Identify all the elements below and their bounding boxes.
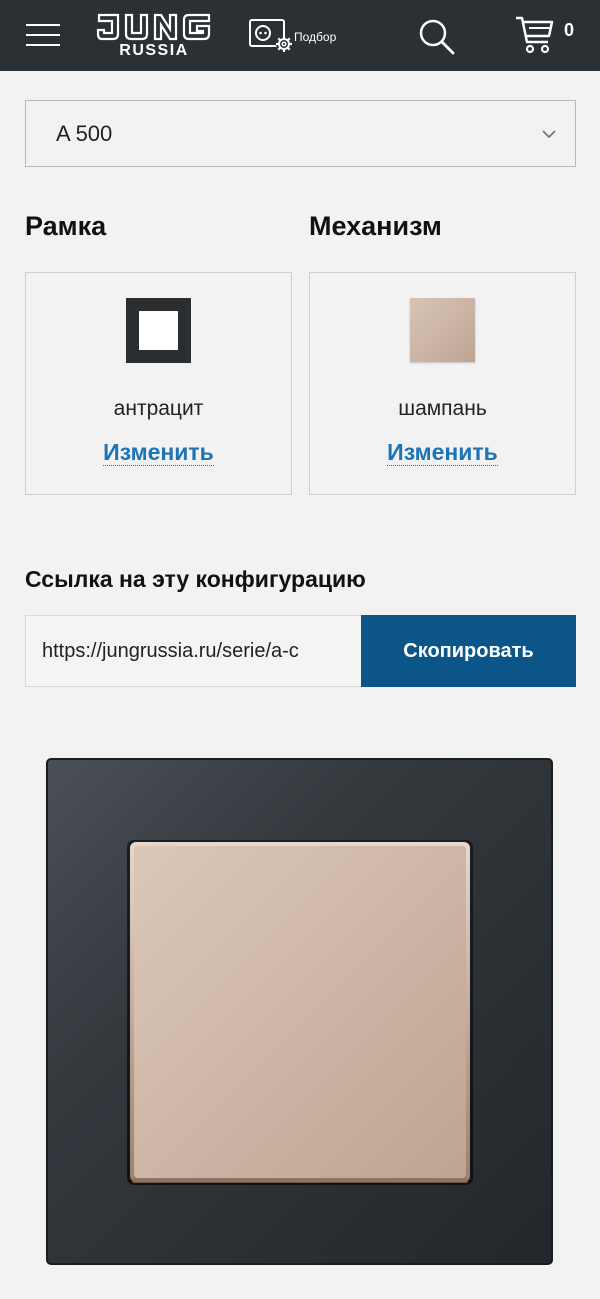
mechanism-title: Механизм [309, 211, 442, 241]
cart-count: 0 [564, 20, 575, 40]
frame-card: антрацит Изменить [25, 272, 292, 495]
jung-logo-mark [96, 13, 211, 41]
configurator-label: Подбор [294, 30, 337, 44]
top-header: RUSSIA Подбор 0 [0, 0, 600, 71]
config-link-input[interactable] [25, 615, 361, 687]
frame-color-swatch [126, 298, 191, 363]
socket-gear-icon [249, 19, 292, 52]
series-select-value: A 500 [56, 121, 113, 146]
frame-title: Рамка [25, 211, 107, 241]
config-link-row: Скопировать [25, 615, 576, 687]
mechanism-color-swatch [410, 298, 475, 362]
series-select[interactable]: A 500 [25, 100, 576, 167]
logo-subtitle: RUSSIA [119, 42, 189, 59]
configurator-link[interactable]: Подбор [248, 17, 358, 57]
jung-logo[interactable]: RUSSIA [96, 12, 212, 60]
chevron-down-icon [542, 130, 556, 139]
mechanism-color-name: шампань [398, 397, 487, 420]
frame-change-link[interactable]: Изменить [103, 439, 214, 466]
mechanism-change-link[interactable]: Изменить [387, 439, 498, 466]
product-preview-image [46, 758, 553, 1265]
frame-color-name: антрацит [113, 397, 204, 420]
cart-icon[interactable] [514, 14, 556, 56]
search-icon[interactable] [418, 18, 456, 56]
menu-icon[interactable] [26, 23, 60, 47]
copy-link-button[interactable]: Скопировать [361, 615, 576, 687]
mechanism-card: шампань Изменить [309, 272, 576, 495]
config-link-title: Ссылка на эту конфигурацию [25, 566, 366, 592]
